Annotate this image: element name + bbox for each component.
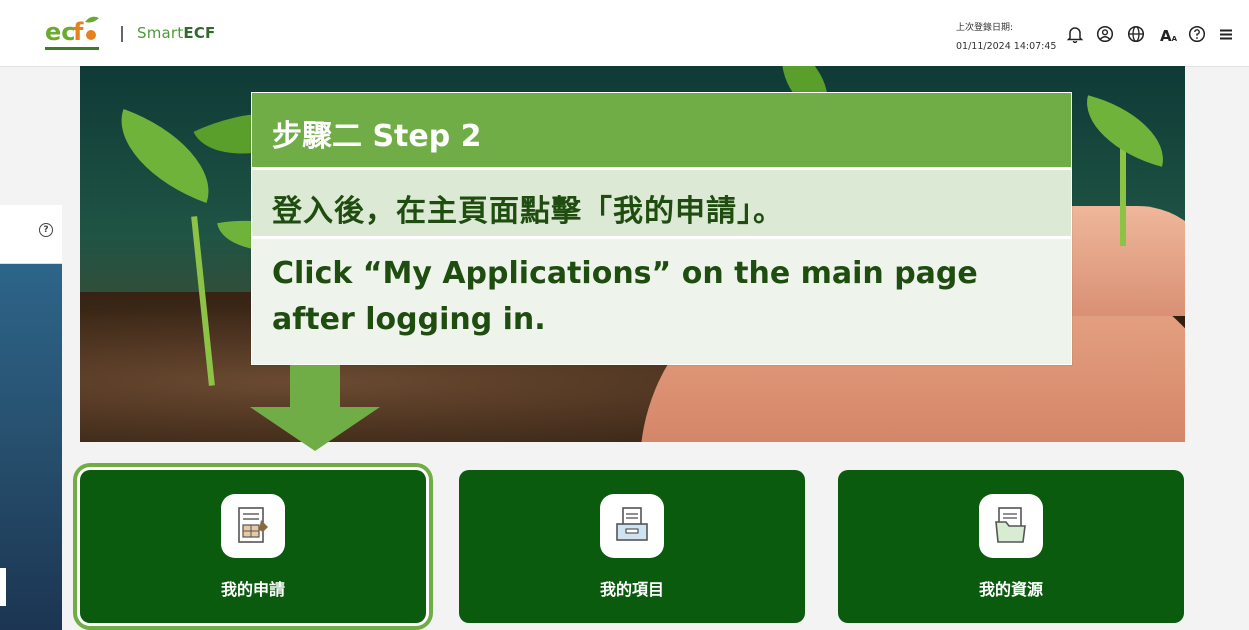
background-window xyxy=(0,205,62,630)
menu-icon[interactable] xyxy=(1217,25,1235,43)
top-header: ec f SmartECF 上次登錄日期: 01/11/2024 14:07:4… xyxy=(0,0,1249,67)
resource-folder-icon xyxy=(979,494,1043,558)
svg-text:f: f xyxy=(73,18,84,46)
last-login-time: 01/11/2024 14:07:45 xyxy=(956,41,1057,52)
seedling-leaf xyxy=(103,108,227,204)
help-icon[interactable] xyxy=(1188,25,1206,43)
instruction-en: Click “My Applications” on the main page… xyxy=(272,256,978,337)
ecf-logo[interactable]: ec f xyxy=(45,14,101,54)
down-arrow-icon xyxy=(250,365,380,451)
step-title-bar: 步驟二 Step 2 xyxy=(252,93,1071,168)
background-block xyxy=(0,568,6,606)
card-label: 我的資源 xyxy=(978,580,1043,599)
user-account-icon[interactable] xyxy=(1096,25,1114,43)
instruction-en-bar: Click “My Applications” on the main page… xyxy=(252,239,1071,364)
project-tray-icon xyxy=(600,494,664,558)
instruction-callout: 步驟二 Step 2 登入後，在主頁面點擊「我的申請」。 Click “My A… xyxy=(251,92,1072,365)
background-window-header xyxy=(0,205,62,264)
step-title: 步驟二 Step 2 xyxy=(272,119,482,154)
bell-icon[interactable] xyxy=(1066,25,1084,44)
help-icon[interactable]: ? xyxy=(39,223,53,237)
instruction-zh-bar: 登入後，在主頁面點擊「我的申請」。 xyxy=(252,170,1071,236)
instruction-zh: 登入後，在主頁面點擊「我的申請」。 xyxy=(272,194,784,229)
logo-divider xyxy=(121,26,123,42)
font-size-icon[interactable]: AA xyxy=(1160,27,1177,45)
last-login-label: 上次登錄日期: xyxy=(956,23,1014,33)
card-label: 我的申請 xyxy=(220,580,285,599)
my-resources-card[interactable]: 我的資源 xyxy=(838,470,1184,623)
svg-text:ec: ec xyxy=(45,18,76,46)
my-projects-card[interactable]: 我的項目 xyxy=(459,470,805,623)
card-label: 我的項目 xyxy=(599,580,664,599)
smart-ecf-brand: SmartECF xyxy=(137,24,216,42)
application-form-icon xyxy=(221,494,285,558)
globe-language-icon[interactable] xyxy=(1127,25,1145,43)
my-applications-card[interactable]: 我的申請 xyxy=(80,470,426,623)
